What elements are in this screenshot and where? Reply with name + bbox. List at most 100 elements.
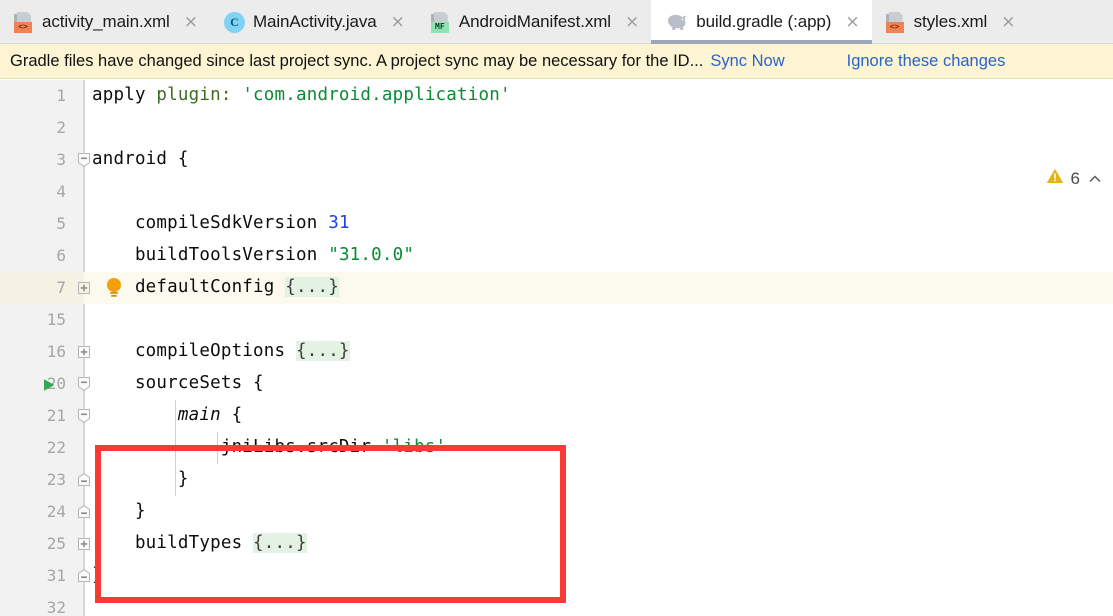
line-number: 15 (46, 310, 66, 329)
token-identifier-italic: main (177, 405, 221, 425)
line-number: 23 (46, 470, 66, 489)
line-number-cell: 3 (0, 144, 84, 176)
line-number-cell: 21 (0, 400, 84, 432)
fold-end-icon[interactable] (76, 568, 92, 584)
code-line-text: buildToolsVersion "31.0.0" (92, 245, 414, 265)
token-method: defaultConfig (92, 277, 286, 297)
code-editor[interactable]: 1 apply plugin: 'com.android.application… (0, 80, 1113, 616)
gradle-elephant-icon (665, 12, 688, 32)
tab-mainactivity-java[interactable]: C MainActivity.java × (210, 0, 417, 44)
fold-collapsed-icon[interactable] (76, 536, 92, 552)
fold-end-icon[interactable] (76, 504, 92, 520)
code-line-text: defaultConfig {...} (92, 277, 339, 297)
code-line-row[interactable]: 25 buildTypes {...} (0, 528, 1113, 560)
run-gutter-icon[interactable] (42, 377, 56, 391)
folded-block-placeholder[interactable]: {...} (295, 341, 350, 361)
xml-badge: <> (885, 21, 904, 33)
fold-expanded-icon[interactable] (76, 408, 92, 424)
line-number: 5 (56, 214, 66, 233)
fold-end-icon[interactable] (76, 472, 92, 488)
fold-expanded-icon[interactable] (76, 152, 92, 168)
token-brace: { (220, 405, 243, 425)
code-line-text: sourceSets { (92, 373, 264, 393)
close-icon[interactable]: × (625, 13, 639, 31)
code-line-row[interactable]: 24 } (0, 496, 1113, 528)
tab-build-gradle-app[interactable]: build.gradle (:app) × (651, 0, 873, 44)
tab-label: MainActivity.java (252, 12, 377, 31)
code-line-text: jniLibs.srcDir 'libs' (92, 437, 446, 457)
code-line-text: android { (92, 149, 189, 169)
token-string: 'libs' (381, 437, 447, 457)
line-number: 2 (56, 118, 66, 137)
token-brace: } (92, 501, 146, 521)
close-icon[interactable]: × (1001, 13, 1015, 31)
chevron-up-icon[interactable] (1087, 171, 1103, 187)
token-property: plugin: (156, 85, 232, 105)
fold-collapsed-icon[interactable] (76, 280, 92, 296)
code-line-text: apply plugin: 'com.android.application' (92, 85, 511, 105)
code-line-row[interactable]: 4 (0, 176, 1113, 208)
notification-message: Gradle files have changed since last pro… (10, 51, 704, 70)
token-string: 'com.android.application' (231, 85, 511, 105)
xml-layout-icon: <> (14, 11, 34, 33)
code-line-row[interactable]: 22 jniLibs.srcDir 'libs' (0, 432, 1113, 464)
indent-guide (217, 432, 218, 464)
code-line-text: compileSdkVersion 31 (92, 213, 350, 233)
code-line-row[interactable]: 2 (0, 112, 1113, 144)
code-line-row[interactable]: 21 main { (0, 400, 1113, 432)
ignore-changes-link[interactable]: Ignore these changes (847, 52, 1006, 71)
line-number: 7 (56, 278, 66, 297)
code-line-row[interactable]: 20 sourceSets { (0, 368, 1113, 400)
line-number: 3 (56, 150, 66, 169)
token-method: jniLibs.srcDir (92, 437, 382, 457)
line-number-cell: 6 (0, 240, 84, 272)
editor-tab-bar: <> activity_main.xml × C MainActivity.ja… (0, 0, 1113, 44)
token-method: buildTypes (92, 533, 254, 553)
line-number: 24 (46, 502, 66, 521)
line-number-cell: 16 (0, 336, 84, 368)
line-number-cell: 24 (0, 496, 84, 528)
xml-values-icon: <> (885, 11, 906, 33)
java-class-icon: C (223, 11, 245, 33)
line-number: 6 (56, 246, 66, 265)
line-number-cell: 5 (0, 208, 84, 240)
close-icon[interactable]: × (184, 13, 198, 31)
line-number: 31 (46, 566, 66, 585)
tab-label: styles.xml (913, 12, 988, 31)
tab-activity-main-xml[interactable]: <> activity_main.xml × (0, 0, 210, 44)
folded-block-placeholder[interactable]: {...} (253, 533, 307, 553)
code-line-row[interactable]: 32 (0, 592, 1113, 616)
gradle-sync-notification-bar: Gradle files have changed since last pro… (0, 44, 1113, 79)
tab-styles-xml[interactable]: <> styles.xml × (872, 0, 1028, 44)
close-icon[interactable]: × (391, 13, 405, 31)
manifest-badge: MF (430, 21, 449, 33)
code-line-text: main { (92, 405, 242, 425)
code-line-row[interactable]: 15 (0, 304, 1113, 336)
folded-block-placeholder[interactable]: {...} (285, 277, 339, 297)
code-line-row-current[interactable]: 7 defaultConfig {...} (0, 272, 1113, 304)
warning-triangle-icon (1046, 168, 1064, 189)
tab-androidmanifest-xml[interactable]: MF AndroidManifest.xml × (417, 0, 651, 44)
token-block: android { (92, 149, 189, 169)
line-number-cell: 1 (0, 80, 84, 112)
code-line-row[interactable]: 31 } (0, 560, 1113, 592)
code-line-text: } (92, 501, 146, 521)
code-line-row[interactable]: 5 compileSdkVersion 31 (0, 208, 1113, 240)
indent-guide (175, 400, 176, 496)
fold-collapsed-icon[interactable] (76, 344, 92, 360)
code-line-row[interactable]: 16 compileOptions {...} (0, 336, 1113, 368)
inspection-status-widget[interactable]: 6 (1046, 168, 1103, 189)
close-icon[interactable]: × (845, 13, 859, 31)
code-line-row[interactable]: 3 android { (0, 144, 1113, 176)
code-line-row[interactable]: 23 } (0, 464, 1113, 496)
tab-label: activity_main.xml (42, 12, 170, 31)
code-line-row[interactable]: 6 buildToolsVersion "31.0.0" (0, 240, 1113, 272)
line-number-cell: 4 (0, 176, 84, 208)
sync-now-link[interactable]: Sync Now (710, 52, 784, 71)
code-line-row[interactable]: 1 apply plugin: 'com.android.application… (0, 80, 1113, 112)
fold-expanded-icon[interactable] (76, 376, 92, 392)
android-studio-editor-window: <> activity_main.xml × C MainActivity.ja… (0, 0, 1113, 616)
line-number: 21 (46, 406, 66, 425)
line-number: 1 (56, 86, 66, 105)
